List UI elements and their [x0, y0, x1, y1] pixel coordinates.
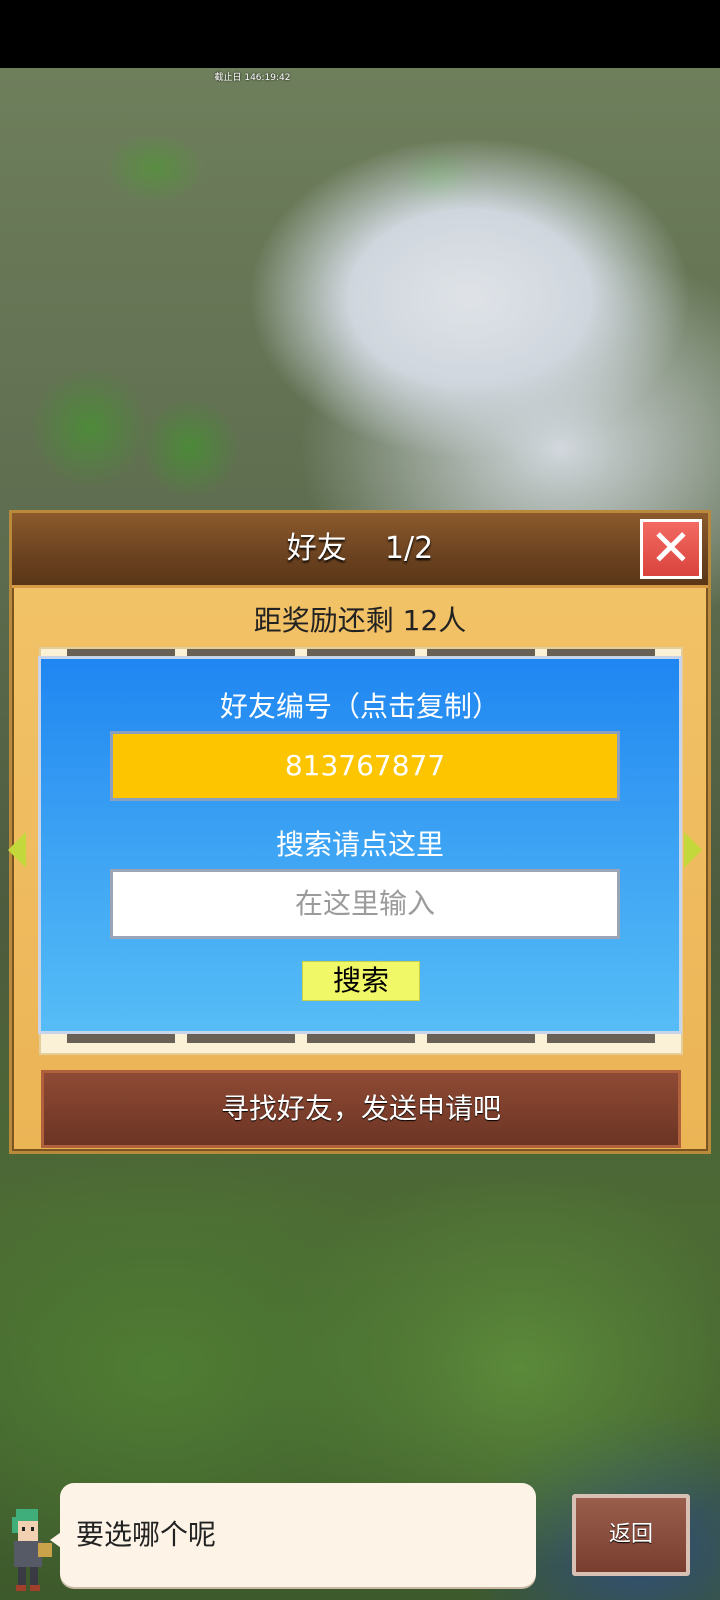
- close-icon: ✕: [650, 519, 692, 577]
- search-label: 搜索请点这里: [275, 828, 444, 861]
- friend-search-panel: 好友编号（点击复制） 813767877 搜索请点这里 在这里输入 搜索: [38, 656, 682, 1034]
- arrow-right-icon[interactable]: [684, 832, 702, 868]
- status-bar: [0, 0, 720, 68]
- speech-bubble: 要选哪个呢: [60, 1483, 536, 1587]
- arrow-left-icon[interactable]: [8, 832, 26, 868]
- dialog-header: 好友 1/2 ✕: [12, 513, 708, 588]
- search-button[interactable]: 搜索: [302, 961, 420, 1001]
- friend-id-copy-button[interactable]: 813767877: [110, 731, 620, 801]
- search-input[interactable]: 在这里输入: [110, 869, 620, 939]
- reward-progress-text: 距奖励还剩 12人: [253, 604, 467, 637]
- back-button[interactable]: 返回: [572, 1494, 690, 1576]
- find-friend-button[interactable]: 寻找好友，发送申请吧: [41, 1070, 681, 1148]
- deadline-timer: 截止日 146:19:42: [214, 73, 291, 83]
- dialog-title: 好友 1/2: [286, 531, 434, 566]
- speech-text: 要选哪个呢: [76, 1518, 217, 1551]
- close-button[interactable]: ✕: [640, 519, 702, 579]
- game-screen: 截止日 146:19:42 好友 1/2 ✕ 距奖励还剩 12人 寻找好友，发送…: [0, 0, 720, 1600]
- character-avatar-icon: [12, 1509, 52, 1591]
- friend-id-label: 好友编号（点击复制）: [219, 690, 500, 723]
